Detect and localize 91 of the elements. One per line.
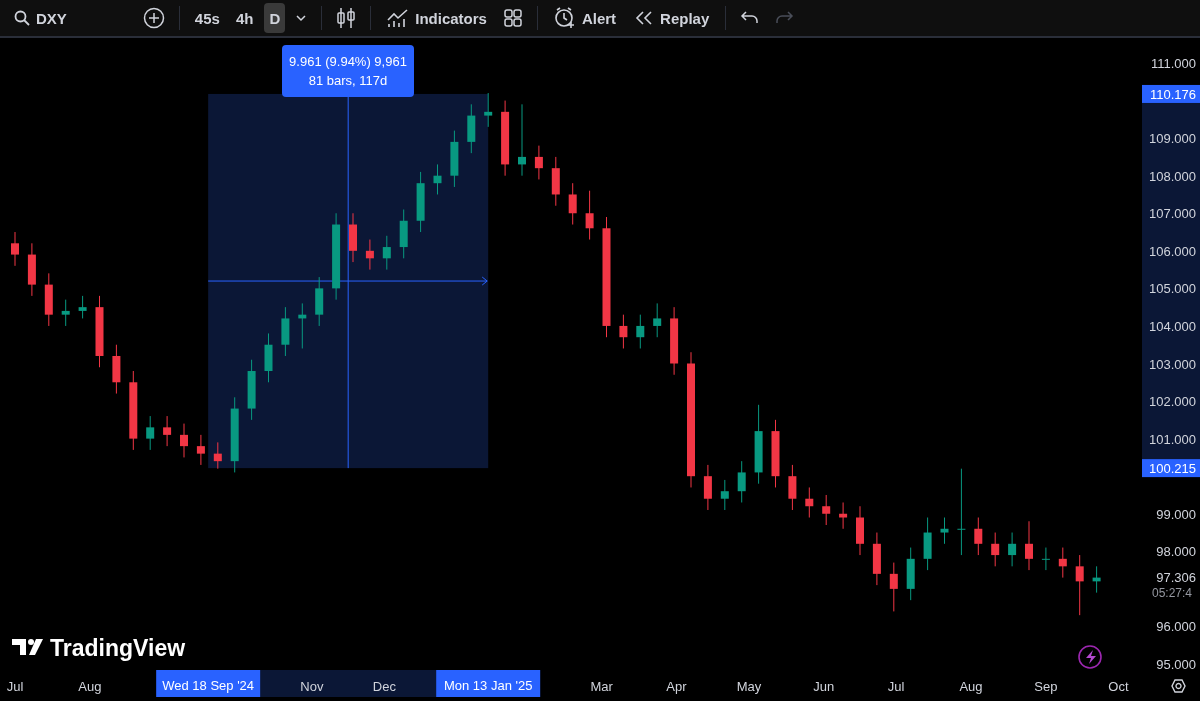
time-tick: Jun xyxy=(813,679,835,694)
candlestick-icon xyxy=(336,7,357,29)
interval-button[interactable]: D xyxy=(264,3,286,33)
candlestick xyxy=(653,302,662,338)
chart-line-icon xyxy=(387,8,410,28)
candlestick xyxy=(196,434,205,466)
candlestick xyxy=(957,468,966,556)
candlestick xyxy=(720,479,729,511)
candlestick xyxy=(1041,547,1050,571)
price-tick: 107.000 xyxy=(1149,206,1196,222)
time-tick: Apr xyxy=(666,679,687,694)
candlestick xyxy=(1008,532,1017,567)
time-tick: Aug xyxy=(959,679,983,694)
price-tick: 111.000 xyxy=(1150,56,1196,71)
candlestick xyxy=(974,517,983,556)
time-tick: Dec xyxy=(372,679,396,694)
tooltip-text: 9.961 (9.94%) 9,961 xyxy=(289,54,407,69)
time-tick: Sep xyxy=(1034,679,1058,694)
candlestick xyxy=(78,295,87,319)
replay-button[interactable]: Replay xyxy=(628,3,716,33)
chevron-down-icon xyxy=(295,14,308,22)
price-tick: 98.000 xyxy=(1156,544,1196,560)
price-label: 100.215 xyxy=(1142,459,1200,478)
price-tick: 101.000 xyxy=(1149,431,1196,447)
candlestick xyxy=(703,464,712,511)
time-tick: May xyxy=(736,679,762,694)
price-tick: 106.000 xyxy=(1149,243,1196,259)
price-tick: 99.000 xyxy=(1156,506,1196,522)
interval-button[interactable]: 45s xyxy=(189,3,225,33)
candlestick xyxy=(61,299,70,327)
symbol-search-button[interactable]: DXY xyxy=(8,3,73,33)
tradingview-logo-icon xyxy=(12,639,43,655)
alarm-clock-icon xyxy=(553,7,576,29)
price-tick: 104.000 xyxy=(1149,318,1196,334)
redo-icon xyxy=(774,10,795,26)
price-tick: 102.000 xyxy=(1149,394,1196,410)
candlestick xyxy=(518,103,526,177)
candlestick xyxy=(568,182,577,226)
price-tick: 103.000 xyxy=(1149,356,1196,372)
price-tick: 109.000 xyxy=(1149,131,1196,147)
time-tick: Jul xyxy=(887,679,905,694)
price-label: 110.176 xyxy=(1142,84,1200,103)
bar-countdown: 05:27:4 xyxy=(1152,586,1193,601)
candlestick xyxy=(889,562,898,612)
candlestick xyxy=(11,231,19,267)
candlestick xyxy=(365,239,374,271)
candlestick xyxy=(213,441,222,470)
indicators-button[interactable]: Indicators xyxy=(381,3,493,33)
rewind-icon xyxy=(634,10,655,26)
lightning-icon[interactable] xyxy=(1078,645,1102,669)
date-label: Mon 13 Jan '25 xyxy=(436,670,541,697)
candlestick xyxy=(484,92,493,128)
candlestick xyxy=(146,415,155,451)
time-tick: Jul xyxy=(6,679,24,694)
candlestick xyxy=(805,486,814,519)
undo-icon xyxy=(740,10,761,26)
plus-circle-icon xyxy=(142,7,165,29)
candlestick xyxy=(822,494,831,526)
price-tick: 95.000 xyxy=(1156,657,1196,672)
candlestick xyxy=(433,163,442,195)
candlestick xyxy=(991,532,1000,567)
time-tick: Oct xyxy=(1108,679,1129,694)
grid-icon xyxy=(502,8,523,28)
date-label: Wed 18 Sep '24 xyxy=(156,670,261,697)
interval-button[interactable]: 4h xyxy=(230,3,259,33)
candlestick xyxy=(636,314,645,349)
candlestick xyxy=(180,423,188,458)
time-tick: Mar xyxy=(590,679,613,694)
candlestick xyxy=(1058,547,1067,579)
price-tick: 108.000 xyxy=(1149,168,1196,184)
candlestick xyxy=(839,501,848,530)
logo-text: TradingView xyxy=(50,635,186,661)
time-tick: Nov xyxy=(300,679,324,694)
candlestick xyxy=(534,145,543,180)
time-tick: Aug xyxy=(78,679,102,694)
candlestick xyxy=(1075,554,1084,616)
candlestick xyxy=(585,190,594,241)
candlestick xyxy=(788,464,797,511)
tooltip-text: 81 bars, 117d xyxy=(308,73,388,88)
candlestick xyxy=(737,460,746,503)
price-tick: 96.000 xyxy=(1156,619,1196,635)
candlestick xyxy=(940,517,949,545)
last-price: 97.306 xyxy=(1156,570,1196,586)
alert-button[interactable]: Alert xyxy=(547,3,623,33)
search-icon xyxy=(14,10,30,26)
candlestick xyxy=(1025,520,1033,571)
price-tick: 105.000 xyxy=(1149,281,1196,297)
settings-icon[interactable] xyxy=(1171,679,1186,693)
candlestick xyxy=(619,314,628,349)
candlestick xyxy=(382,235,391,271)
candlestick xyxy=(163,415,172,447)
